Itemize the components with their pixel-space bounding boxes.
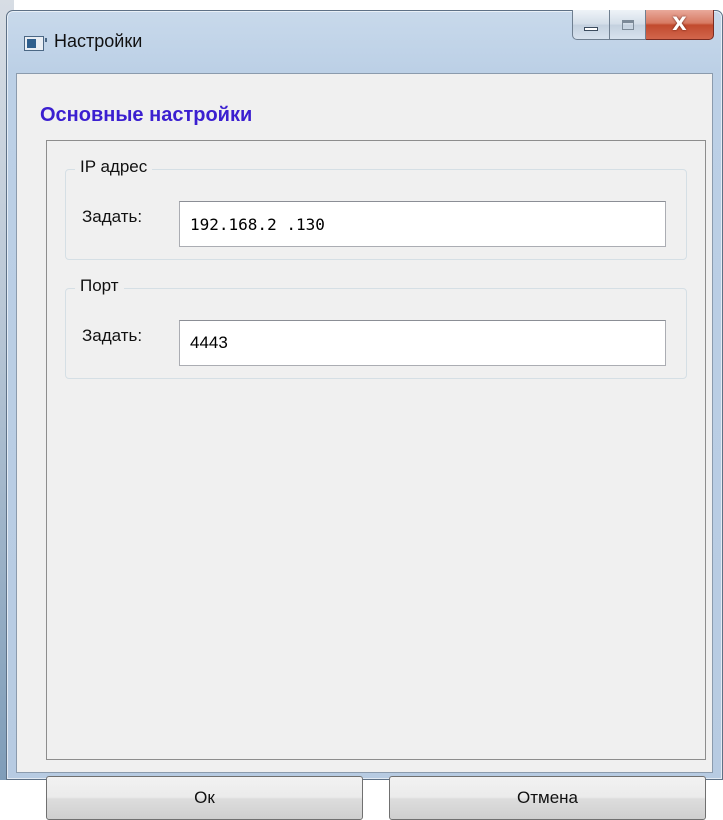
- close-button[interactable]: X: [646, 10, 714, 40]
- dialog-buttons: Ок Отмена: [46, 776, 706, 820]
- maximize-icon: [621, 19, 634, 30]
- minimize-icon: [584, 26, 598, 31]
- ok-button[interactable]: Ок: [46, 776, 363, 820]
- maximize-button[interactable]: [610, 10, 646, 40]
- ip-address-group: IP адрес Задать:: [65, 157, 687, 260]
- ip-group-title: IP адрес: [75, 157, 153, 177]
- app-icon-mark: [45, 38, 47, 42]
- port-group-title: Порт: [75, 276, 124, 296]
- app-icon-inner: [27, 39, 36, 48]
- ip-field-label: Задать:: [82, 207, 143, 226]
- app-window-icon: [24, 36, 47, 51]
- port-group: Порт Задать:: [65, 276, 687, 379]
- port-input[interactable]: [179, 320, 666, 366]
- cancel-button[interactable]: Отмена: [389, 776, 706, 820]
- ip-address-input[interactable]: [179, 201, 666, 247]
- title-bar[interactable]: Настройки X: [7, 10, 722, 73]
- minimize-button[interactable]: [572, 10, 610, 40]
- caption-buttons: X: [572, 10, 714, 40]
- port-field-label: Задать:: [82, 326, 143, 345]
- dialog-client-area: Основные настройки IP адрес Задать: Порт…: [16, 73, 713, 820]
- section-title: Основные настройки: [40, 104, 253, 126]
- window-title: Настройки: [54, 31, 143, 51]
- settings-panel: IP адрес Задать: Порт Задать:: [46, 140, 706, 760]
- close-icon: X: [672, 13, 687, 35]
- settings-window: Настройки X Основные настройки IP адрес …: [6, 10, 723, 820]
